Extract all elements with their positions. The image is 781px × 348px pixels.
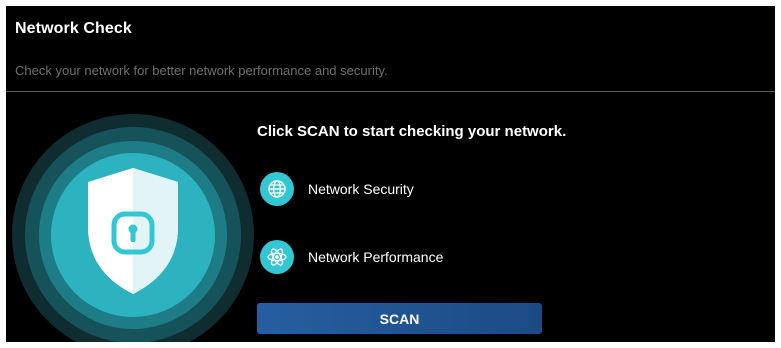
scan-button[interactable]: SCAN <box>257 303 542 334</box>
header-divider <box>6 91 775 92</box>
atom-icon <box>260 240 294 274</box>
page-title: Network Check <box>15 20 132 37</box>
page-subtitle: Check your network for better network pe… <box>15 63 388 78</box>
feature-label-network-security: Network Security <box>308 181 414 197</box>
shield-illustration <box>8 110 258 342</box>
page-header: Network Check Check your network for bet… <box>6 6 775 89</box>
globe-icon <box>260 172 294 206</box>
shield-lock-icon <box>12 114 254 342</box>
network-check-panel: Network Check Check your network for bet… <box>6 6 775 342</box>
feature-network-performance: Network Performance <box>260 239 443 275</box>
feature-label-network-performance: Network Performance <box>308 249 444 265</box>
feature-network-security: Network Security <box>260 171 414 207</box>
scan-prompt: Click SCAN to start checking your networ… <box>257 123 567 140</box>
